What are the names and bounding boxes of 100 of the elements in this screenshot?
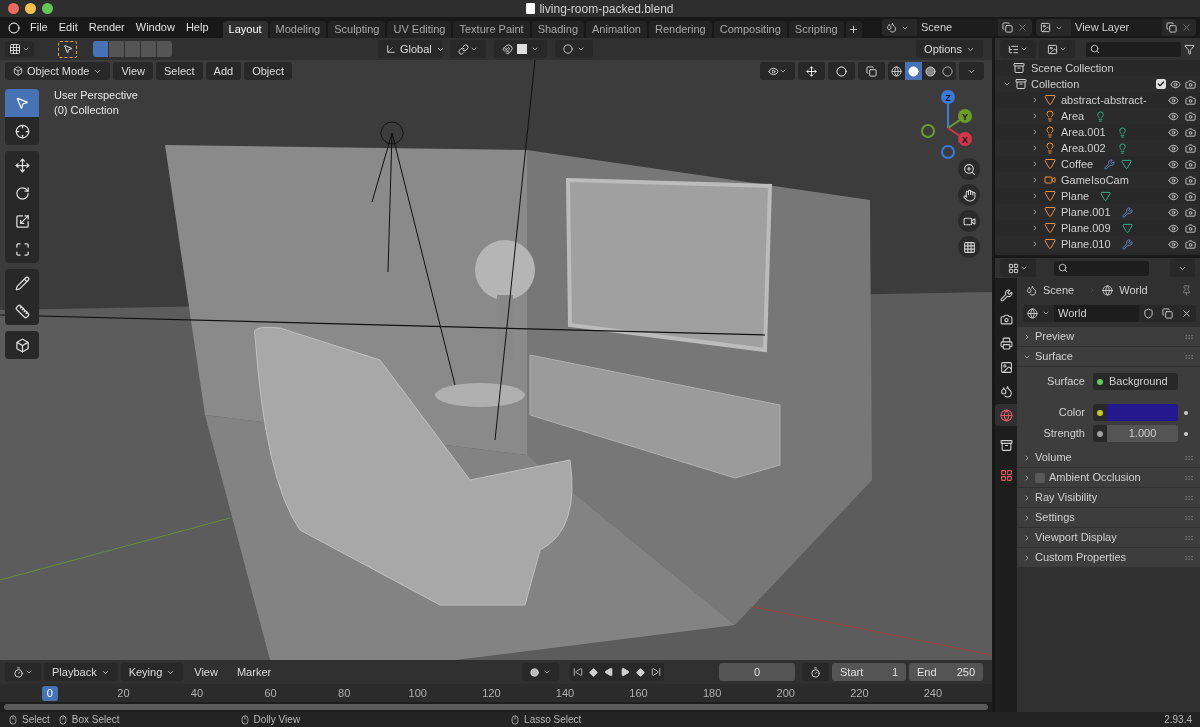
editor-type-button[interactable] <box>5 41 34 57</box>
frame-number[interactable]: 140 <box>550 685 580 701</box>
frame-number[interactable]: 240 <box>918 685 948 701</box>
color-field[interactable] <box>1093 404 1178 421</box>
logo-icon[interactable] <box>8 21 20 34</box>
camera-icon[interactable] <box>1185 222 1196 234</box>
workspace-tab[interactable]: Compositing <box>713 21 787 38</box>
panel-header[interactable]: Surface <box>1017 347 1200 367</box>
workspace-tab[interactable]: Rendering <box>648 21 712 38</box>
camera-icon[interactable] <box>1185 110 1196 122</box>
workspace-tab[interactable]: Sculpting <box>328 21 386 38</box>
workspace-tab[interactable]: Shading <box>531 21 585 38</box>
number-field[interactable]: 1.000 <box>1093 425 1178 442</box>
gizmo-toggle[interactable] <box>798 62 825 80</box>
timeline-menu[interactable]: Playback <box>44 663 118 681</box>
eye-icon[interactable] <box>1168 190 1179 202</box>
eye-icon[interactable] <box>1168 222 1179 234</box>
include-checkbox[interactable] <box>1156 79 1166 89</box>
preview-range-toggle[interactable] <box>802 663 829 681</box>
frame-number[interactable]: 100 <box>403 685 432 701</box>
workspace-tab[interactable]: Texture Paint <box>453 21 530 38</box>
frame-number[interactable]: 160 <box>624 685 653 701</box>
eye-icon[interactable] <box>1168 110 1179 122</box>
panel-header[interactable]: Ray Visibility <box>1017 488 1200 508</box>
editor-type-button[interactable] <box>1000 259 1036 277</box>
frame-number[interactable]: 80 <box>333 685 356 701</box>
close-icon[interactable] <box>1181 307 1192 319</box>
orientation-dropdown[interactable]: Global <box>378 40 442 58</box>
end-frame-field[interactable]: End 250 <box>909 663 983 681</box>
viewport-menu[interactable]: Object <box>244 62 292 80</box>
breadcrumb-item[interactable]: World <box>1119 281 1148 299</box>
mode-dropdown[interactable]: Object Mode <box>5 62 111 80</box>
wrench-icon[interactable] <box>1121 206 1133 218</box>
display-mode-button[interactable] <box>1039 40 1075 58</box>
menu-item[interactable]: Render <box>83 19 130 36</box>
pin-icon[interactable] <box>1181 284 1192 296</box>
mesh-data-icon[interactable] <box>1121 158 1133 170</box>
shader-dropdown[interactable]: Background <box>1093 373 1178 390</box>
shield-icon[interactable] <box>1143 307 1154 319</box>
search-field[interactable] <box>1086 41 1181 57</box>
panel-header[interactable]: Ambient Occlusion <box>1017 468 1200 488</box>
camera-icon[interactable] <box>1185 174 1196 186</box>
eye-icon[interactable] <box>1168 158 1179 170</box>
panel-header[interactable]: Custom Properties <box>1017 548 1200 568</box>
toolbar-button[interactable] <box>5 297 39 325</box>
camera-icon[interactable] <box>1185 142 1196 154</box>
editor-type-button[interactable] <box>1000 40 1036 58</box>
copy-icon[interactable] <box>1162 307 1173 319</box>
camera-icon[interactable] <box>1185 158 1196 170</box>
world-datablock-selector[interactable]: World <box>1023 304 1196 322</box>
options-dropdown[interactable]: Options <box>916 40 983 58</box>
xray-toggle[interactable] <box>858 62 885 80</box>
zoom-window-button[interactable] <box>42 3 53 14</box>
camera-icon[interactable] <box>1185 126 1196 138</box>
scene-selector[interactable]: Scene <box>882 19 1032 36</box>
shading-mode-button[interactable] <box>888 62 905 80</box>
camera-icon[interactable] <box>1185 78 1196 90</box>
viewport-menu[interactable]: Select <box>156 62 203 80</box>
light-data-icon[interactable] <box>1095 110 1107 122</box>
shading-mode-button[interactable] <box>905 62 922 80</box>
visibility-dropdown[interactable] <box>760 62 795 80</box>
axis-gizmo[interactable]: Z Y X <box>915 88 975 160</box>
view-layer-selector[interactable]: View Layer <box>1036 19 1196 36</box>
wrench-icon[interactable] <box>1121 238 1133 250</box>
frame-number[interactable]: 20 <box>112 685 135 701</box>
timeline-menu[interactable]: Marker <box>228 663 280 681</box>
workspace-tab[interactable]: UV Editing <box>387 21 452 38</box>
panel-header[interactable]: Volume <box>1017 448 1200 468</box>
frame-number[interactable]: 120 <box>477 685 506 701</box>
copy-icon[interactable] <box>1166 22 1177 33</box>
proportional-edit-toggle[interactable] <box>555 40 593 58</box>
frame-number[interactable]: 40 <box>185 685 209 701</box>
eye-icon[interactable] <box>1168 142 1179 154</box>
mesh-data-icon[interactable] <box>1121 222 1133 234</box>
filter-icon[interactable] <box>1184 43 1195 55</box>
timeline-menu[interactable]: Keying <box>120 663 184 681</box>
light-data-icon[interactable] <box>1116 126 1128 138</box>
eye-icon[interactable] <box>1170 78 1181 90</box>
toolbar-button[interactable] <box>5 331 39 359</box>
light-data-icon[interactable] <box>1116 142 1128 154</box>
menu-item[interactable]: Help <box>180 19 214 36</box>
panel-header[interactable]: Viewport Display <box>1017 528 1200 548</box>
workspace-tab[interactable]: Modeling <box>269 21 327 38</box>
workspace-tab[interactable]: Animation <box>586 21 647 38</box>
current-frame-field[interactable]: 0 <box>719 663 795 681</box>
menu-item[interactable]: Window <box>130 19 180 36</box>
toolbar-button[interactable] <box>5 269 39 297</box>
frame-number[interactable]: 0 <box>41 685 58 701</box>
menu-item[interactable]: Edit <box>53 19 83 36</box>
eye-icon[interactable] <box>1168 206 1179 218</box>
add-workspace-button[interactable] <box>845 21 862 38</box>
frame-number[interactable]: 60 <box>259 685 282 701</box>
toolbar-button[interactable] <box>5 151 39 179</box>
toolbar-button[interactable] <box>5 235 39 263</box>
timeline-menu[interactable]: View <box>186 663 226 681</box>
camera-icon[interactable] <box>1185 206 1196 218</box>
search-field[interactable] <box>1054 260 1149 276</box>
auto-keying-toggle[interactable] <box>522 663 560 681</box>
shading-mode-button[interactable] <box>939 62 956 80</box>
frame-number[interactable]: 200 <box>771 685 800 701</box>
